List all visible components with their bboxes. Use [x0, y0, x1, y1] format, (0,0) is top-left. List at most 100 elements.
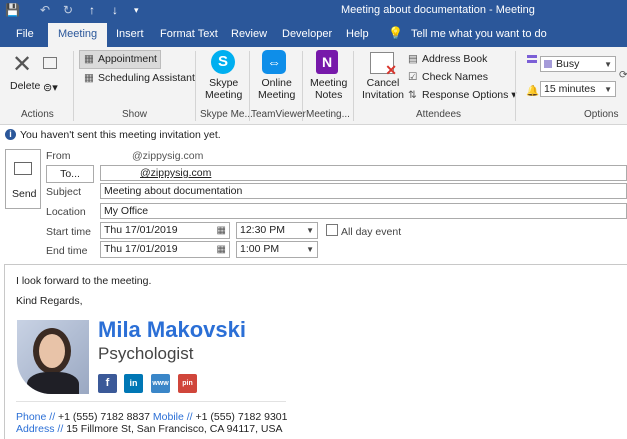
skype-icon[interactable]: S — [211, 50, 235, 74]
start-time-label: Start time — [46, 226, 91, 238]
send-label: Send — [12, 188, 37, 200]
forward-icon[interactable] — [43, 57, 57, 69]
to-field[interactable]: @zippysig.com — [100, 165, 627, 181]
start-time-value: 12:30 PM — [240, 224, 285, 236]
website-icon[interactable]: www — [151, 374, 170, 393]
address-line: Address // 15 Fillmore St, San Francisco… — [16, 423, 283, 435]
customize-toolbar-icon[interactable]: ▾ — [134, 5, 139, 16]
signature-name: Mila Makovski — [98, 317, 246, 342]
from-value[interactable]: @zippysig.com — [132, 150, 203, 162]
scheduling-assistant-button[interactable]: Scheduling Assistant — [98, 72, 195, 84]
all-day-checkbox[interactable] — [326, 224, 338, 236]
separator — [353, 51, 354, 121]
address-value: 15 Fillmore St, San Francisco, CA 94117,… — [66, 423, 283, 435]
info-icon: i — [5, 129, 16, 140]
cancel-invitation-button[interactable]: Cancel Invitation — [362, 77, 404, 101]
lightbulb-icon: 💡 — [388, 26, 403, 40]
title-bar: 💾 ↶ ↻ ↑ ↓ ▾ Meeting about documentation … — [0, 0, 627, 20]
end-time-dropdown[interactable]: 1:00 PM ▼ — [236, 241, 318, 258]
check-names-button[interactable]: Check Names — [422, 71, 488, 83]
to-recipient[interactable]: @zippysig.com — [140, 167, 211, 179]
end-date-picker[interactable]: Thu 17/01/2019 ▦ — [100, 241, 230, 258]
avatar — [17, 320, 89, 394]
teamviewer-icon[interactable]: ⇔ — [262, 50, 286, 74]
online-meeting-button[interactable]: Online Meeting — [258, 77, 295, 101]
location-label: Location — [46, 206, 86, 218]
chevron-down-icon: ▼ — [604, 60, 612, 69]
tab-developer[interactable]: Developer — [282, 28, 332, 40]
group-notes-label: Meeting... — [306, 109, 350, 120]
send-button[interactable]: Send — [5, 149, 41, 209]
group-show-label: Show — [122, 109, 148, 120]
meeting-notes-button[interactable]: Meeting Notes — [310, 77, 347, 101]
meeting-notes-line2: Notes — [314, 89, 343, 101]
start-date-picker[interactable]: Thu 17/01/2019 ▦ — [100, 222, 230, 239]
bell-icon: 🔔 — [526, 85, 540, 97]
tell-me-search[interactable]: Tell me what you want to do — [411, 28, 547, 40]
show-as-dropdown[interactable]: Busy ▼ — [540, 56, 616, 72]
appointment-button[interactable]: Appointment — [98, 53, 157, 65]
subject-input[interactable]: Meeting about documentation — [100, 183, 627, 199]
reminder-dropdown[interactable]: 15 minutes ▼ — [540, 81, 616, 97]
show-as-value: Busy — [556, 58, 580, 70]
start-date-value: Thu 17/01/2019 — [104, 224, 178, 236]
group-teamviewer-label: TeamViewer — [251, 109, 306, 120]
online-meeting-line2: Meeting — [258, 89, 296, 101]
separator — [73, 51, 74, 121]
group-actions-label: Actions — [21, 109, 54, 120]
location-pin-icon[interactable]: pin — [178, 374, 197, 393]
subject-label: Subject — [46, 186, 82, 198]
up-arrow-icon[interactable]: ↑ — [89, 3, 95, 17]
group-options-label: Options — [584, 109, 619, 120]
tab-help[interactable]: Help — [346, 28, 369, 40]
group-skype-label: Skype Me... — [200, 109, 253, 120]
scheduling-icon: ▦ — [84, 72, 94, 84]
busy-swatch — [544, 60, 552, 68]
address-label: Address // — [16, 423, 64, 435]
calendar-icon[interactable]: ▦ — [217, 242, 226, 257]
start-time-dropdown[interactable]: 12:30 PM ▼ — [236, 222, 318, 239]
body-line-2: Kind Regards, — [16, 295, 83, 307]
calendar-icon[interactable]: ▦ — [217, 223, 226, 238]
location-input[interactable]: My Office — [100, 203, 627, 219]
to-button[interactable]: To... — [46, 165, 94, 183]
phone-label: Phone // — [16, 411, 56, 423]
cancel-invitation-line2: Invitation — [362, 89, 405, 101]
undo-icon[interactable]: ↶ — [40, 3, 50, 17]
tab-review[interactable]: Review — [231, 28, 267, 40]
skype-meeting-button[interactable]: Skype Meeting — [205, 77, 242, 101]
down-arrow-icon[interactable]: ↓ — [112, 3, 118, 17]
message-body[interactable]: I look forward to the meeting. Kind Rega… — [4, 264, 627, 439]
redo-icon[interactable]: ↻ — [63, 3, 73, 17]
address-book-button[interactable]: Address Book — [422, 53, 487, 65]
recurrence-icon[interactable]: ⟳ — [619, 69, 627, 81]
online-meeting-line1: Online — [261, 77, 292, 89]
delete-button[interactable]: Delete — [10, 80, 40, 92]
separator — [515, 51, 516, 121]
save-icon[interactable]: 💾 — [5, 3, 20, 17]
response-options-button[interactable]: Response Options ▾ — [422, 89, 517, 101]
delete-x-icon[interactable]: ✕ — [12, 53, 32, 77]
envelope-icon — [14, 162, 32, 175]
linkedin-icon[interactable]: in — [124, 374, 143, 393]
facebook-icon[interactable]: f — [98, 374, 117, 393]
show-as-icon — [527, 60, 537, 63]
tab-format-text[interactable]: Format Text — [160, 28, 218, 40]
signature-divider — [16, 401, 286, 402]
cancel-invitation-line1: Cancel — [366, 77, 400, 89]
reminder-value: 15 minutes — [544, 83, 596, 95]
phone-value: +1 (555) 7182 8837 — [58, 411, 150, 423]
onenote-icon[interactable]: N — [316, 50, 338, 74]
from-label: From — [46, 150, 71, 162]
separator — [249, 51, 250, 121]
cancel-invitation-icon[interactable]: ✕ — [370, 52, 397, 78]
tab-meeting[interactable]: Meeting — [48, 23, 108, 47]
tab-insert[interactable]: Insert — [116, 28, 144, 40]
skype-meeting-line1: Skype — [209, 77, 239, 89]
separator — [302, 51, 303, 121]
chevron-down-icon: ▼ — [306, 226, 314, 235]
mobile-value: +1 (555) 7182 9301 — [195, 411, 288, 423]
end-time-label: End time — [46, 245, 88, 257]
tab-file[interactable]: File — [16, 28, 34, 40]
copy-to-calendar-icon[interactable]: ⊜▾ — [43, 81, 58, 94]
